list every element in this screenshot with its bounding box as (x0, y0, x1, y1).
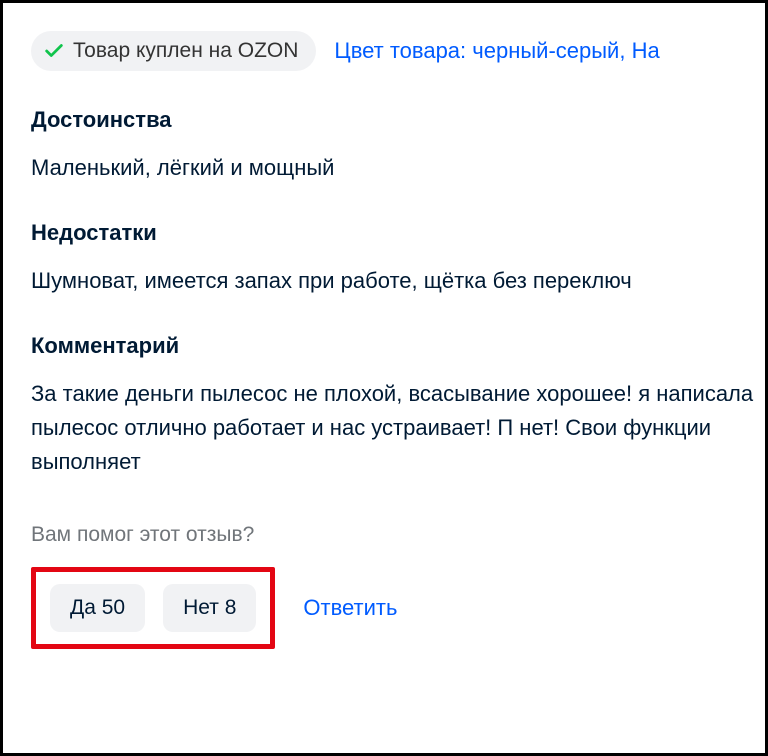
comment-title: Комментарий (31, 333, 765, 359)
vote-yes-label: Да (70, 596, 96, 619)
checkmark-icon (43, 40, 65, 62)
vote-yes-count: 50 (102, 596, 125, 619)
product-variant-link[interactable]: Цвет товара: черный-серый, На (334, 38, 659, 64)
vote-buttons-highlight: Да 50 Нет 8 (31, 567, 275, 649)
helpful-prompt: Вам помог этот отзыв? (31, 523, 765, 547)
purchased-badge-label: Товар куплен на OZON (73, 39, 298, 63)
comment-text: За такие деньги пылесос не плохой, всасы… (31, 377, 765, 479)
vote-no-button[interactable]: Нет 8 (163, 584, 256, 632)
review-header-row: Товар куплен на OZON Цвет товара: черный… (31, 31, 765, 71)
cons-title: Недостатки (31, 220, 765, 246)
vote-yes-button[interactable]: Да 50 (50, 584, 145, 632)
purchased-badge: Товар куплен на OZON (31, 31, 316, 71)
vote-no-count: 8 (225, 596, 237, 619)
pros-title: Достоинства (31, 107, 765, 133)
review-actions: Да 50 Нет 8 Ответить (31, 567, 397, 649)
cons-text: Шумноват, имеется запах при работе, щётк… (31, 264, 765, 297)
vote-no-label: Нет (183, 596, 219, 619)
reply-link[interactable]: Ответить (303, 595, 397, 621)
pros-text: Маленький, лёгкий и мощный (31, 151, 765, 184)
review-card: Товар куплен на OZON Цвет товара: черный… (3, 3, 765, 677)
